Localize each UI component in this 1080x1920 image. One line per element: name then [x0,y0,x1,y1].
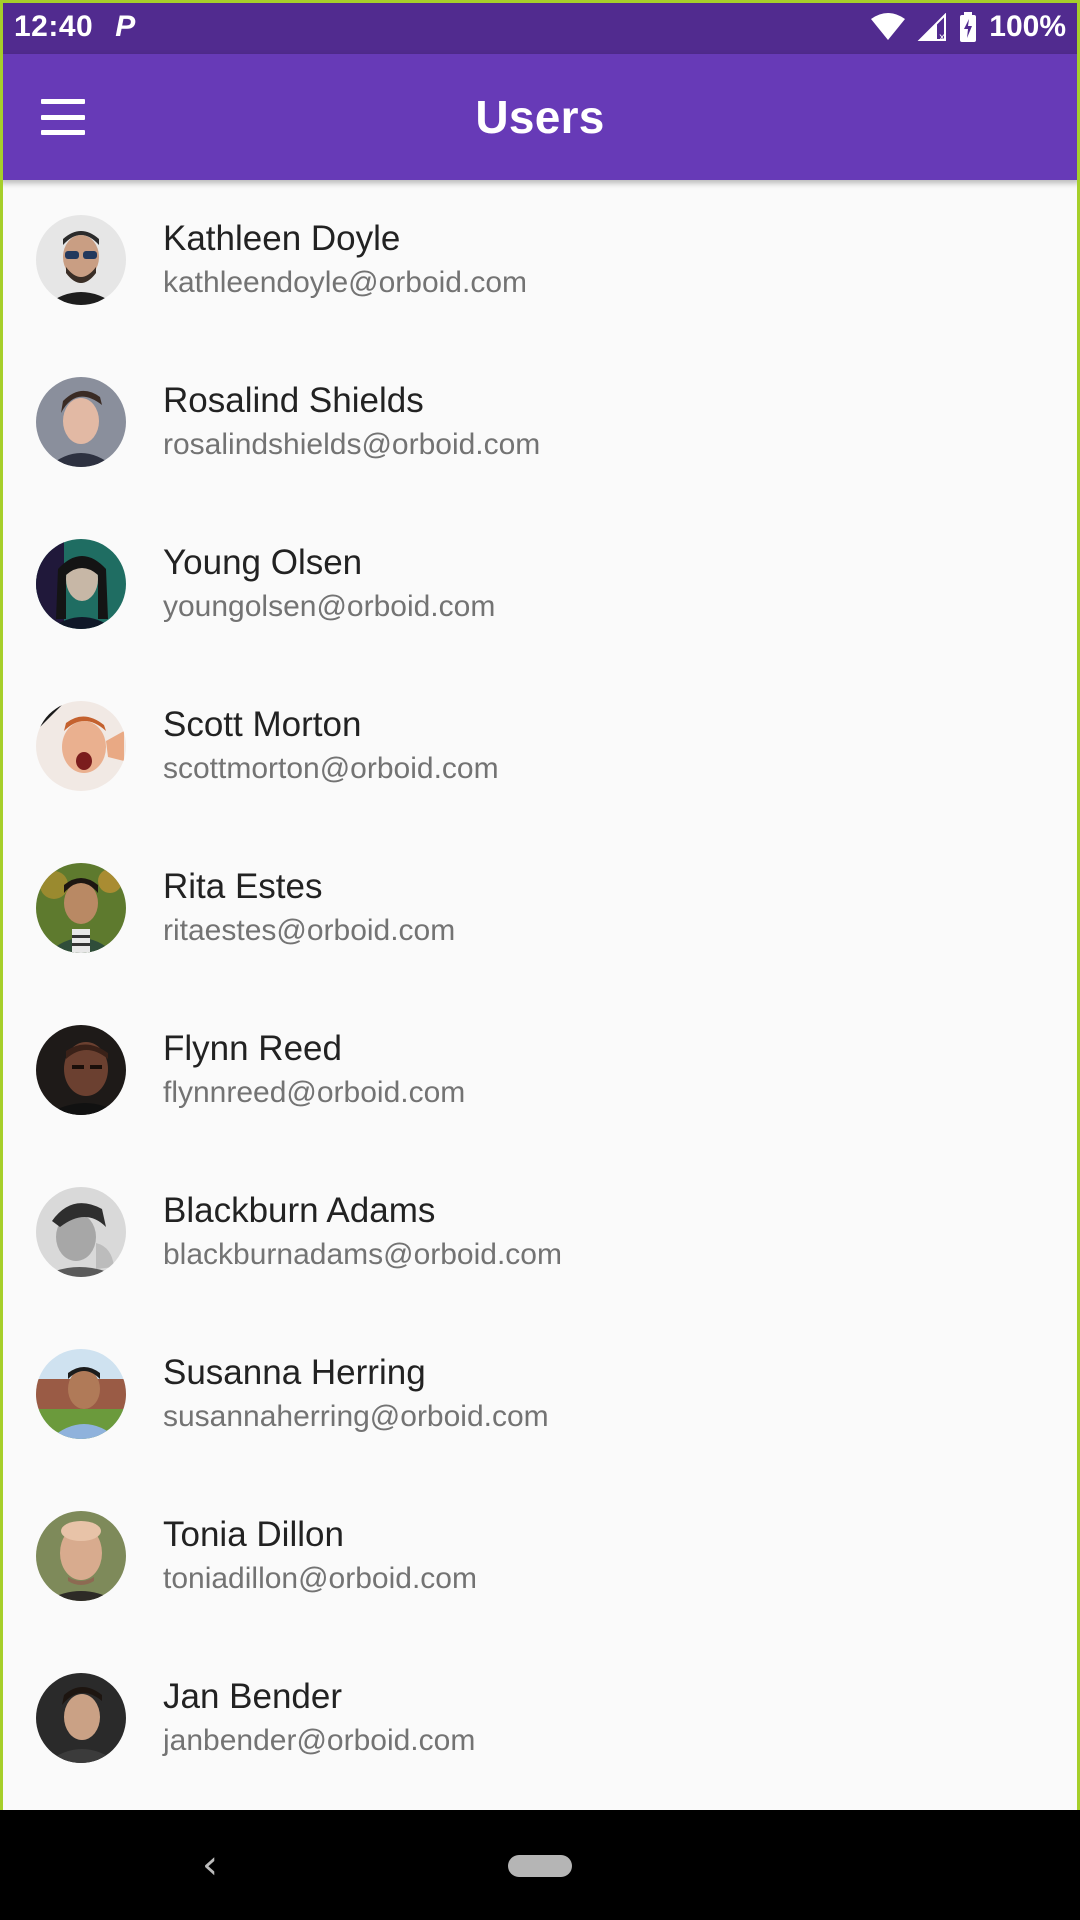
back-icon[interactable]: ‹ [190,1840,230,1890]
user-avatar [36,701,126,791]
user-avatar [36,1511,126,1601]
user-name: Rita Estes [163,867,323,906]
user-email: youngolsen@orboid.com [163,590,496,623]
user-email: toniadillon@orboid.com [163,1562,477,1595]
user-email: scottmorton@orboid.com [163,752,499,785]
user-name: Susanna Herring [163,1353,426,1392]
user-email: rosalindshields@orboid.com [163,428,541,461]
status-icons: x 100% [871,10,1066,44]
user-avatar [36,539,126,629]
user-text: Flynn Reed flynnreed@orboid.com [163,1027,465,1113]
user-list-item[interactable]: Susanna Herring susannaherring@orboid.co… [3,1314,1077,1476]
user-name: Tonia Dillon [163,1515,344,1554]
user-name: Scott Morton [163,705,362,744]
user-avatar [36,1187,126,1277]
status-bar: 12:40 P x 100% [0,0,1080,54]
user-avatar [36,863,126,953]
parking-notification-icon: P [115,10,136,43]
user-email: ritaestes@orboid.com [163,914,456,947]
svg-text:x: x [939,32,945,41]
user-avatar [36,377,126,467]
user-text: Rosalind Shields rosalindshields@orboid.… [163,379,540,465]
user-text: Scott Morton scottmorton@orboid.com [163,703,499,789]
user-list-item[interactable]: Jan Bender janbender@orboid.com [3,1638,1077,1800]
user-list[interactable]: Kathleen Doyle kathleendoyle@orboid.com … [3,180,1077,1810]
user-email: susannaherring@orboid.com [163,1400,549,1433]
user-text: Susanna Herring susannaherring@orboid.co… [163,1351,549,1437]
user-avatar [36,1349,126,1439]
battery-charging-icon [960,12,977,42]
user-name: Young Olsen [163,543,363,582]
user-avatar [36,215,126,305]
user-email: kathleendoyle@orboid.com [163,266,527,299]
user-text: Rita Estes ritaestes@orboid.com [163,865,455,951]
battery-percentage: 100% [989,10,1066,43]
user-avatar [36,1025,126,1115]
user-text: Kathleen Doyle kathleendoyle@orboid.com [163,217,527,303]
user-list-item[interactable]: Young Olsen youngolsen@orboid.com [3,504,1077,666]
user-text: Blackburn Adams blackburnadams@orboid.co… [163,1189,562,1275]
user-text: Young Olsen youngolsen@orboid.com [163,541,495,627]
user-avatar [36,1673,126,1763]
user-email: blackburnadams@orboid.com [163,1238,562,1271]
user-email: flynnreed@orboid.com [163,1076,466,1109]
user-list-item[interactable]: Tonia Dillon toniadillon@orboid.com [3,1476,1077,1638]
wifi-icon [871,13,906,40]
user-text: Jan Bender janbender@orboid.com [163,1675,475,1761]
user-text: Tonia Dillon toniadillon@orboid.com [163,1513,477,1599]
user-list-item[interactable]: Flynn Reed flynnreed@orboid.com [3,990,1077,1152]
status-time: 12:40 [14,10,94,43]
user-list-item[interactable]: Scott Morton scottmorton@orboid.com [3,666,1077,828]
cell-signal-icon: x [917,13,947,41]
home-pill-icon[interactable] [508,1855,572,1877]
user-name: Rosalind Shields [163,381,424,420]
page-title: Users [475,91,605,143]
user-list-item[interactable]: Rita Estes ritaestes@orboid.com [3,828,1077,990]
user-email: janbender@orboid.com [163,1724,476,1757]
user-list-item[interactable]: Rosalind Shields rosalindshields@orboid.… [3,342,1077,504]
user-name: Jan Bender [163,1677,343,1716]
user-list-item[interactable]: Kathleen Doyle kathleendoyle@orboid.com [3,180,1077,342]
user-name: Kathleen Doyle [163,219,401,258]
user-name: Flynn Reed [163,1029,342,1068]
app-bar: Users [0,54,1080,180]
user-name: Blackburn Adams [163,1191,436,1230]
user-list-item[interactable]: Blackburn Adams blackburnadams@orboid.co… [3,1152,1077,1314]
